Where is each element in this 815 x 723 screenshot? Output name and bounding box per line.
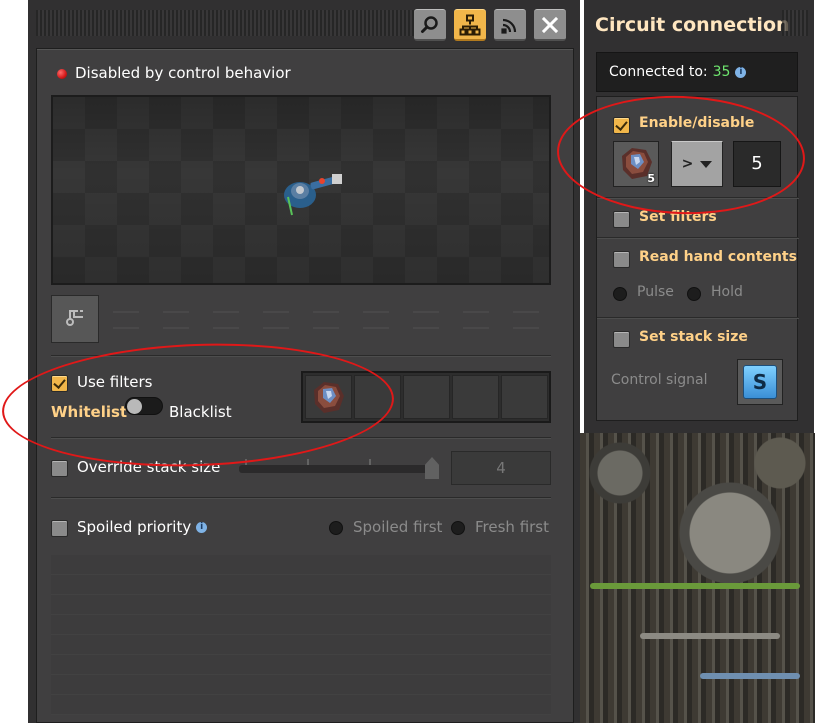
module-slot: [113, 311, 139, 329]
connected-box: Connected to: 35 i: [596, 52, 798, 92]
module-slots: [51, 295, 551, 343]
filter-slot[interactable]: [305, 375, 352, 419]
game-world-background: [580, 433, 815, 723]
enable-disable-label: Enable/disable: [639, 115, 755, 131]
status-indicator-icon: [57, 69, 67, 79]
ore-icon: [314, 382, 344, 413]
spoiled-first-label: Spoiled first: [353, 518, 443, 536]
divider: [51, 437, 551, 439]
status-text: Disabled by control behavior: [75, 64, 291, 82]
chevron-down-icon: [700, 160, 713, 168]
set-filters-checkbox[interactable]: [613, 211, 630, 228]
connected-label: Connected to:: [609, 64, 708, 80]
module-slot: [313, 311, 339, 329]
divider: [597, 317, 799, 319]
read-hand-label: Read hand contents: [639, 249, 797, 265]
fresh-first-label: Fresh first: [475, 518, 550, 536]
divider: [597, 237, 799, 239]
module-slot: [213, 311, 239, 329]
set-stack-size-label: Set stack size: [639, 329, 748, 345]
filter-slot[interactable]: [354, 375, 401, 419]
circuit-network-icon: [459, 14, 481, 36]
stack-size-slider[interactable]: [239, 457, 439, 479]
whitelist-label[interactable]: Whitelist: [51, 403, 127, 421]
close-icon: [541, 16, 559, 34]
pulse-label: Pulse: [637, 284, 674, 300]
module-slot: [263, 311, 289, 329]
empty-area: [51, 555, 551, 715]
info-icon[interactable]: i: [196, 522, 208, 533]
main-panel: Disabled by control behavior Use filters…: [36, 48, 574, 723]
hold-label: Hold: [711, 284, 743, 300]
circuit-connection-window: Circuit connection Connected to: 35 i Enab…: [584, 0, 814, 433]
control-signal-label: Control signal: [611, 372, 708, 388]
fresh-first-radio[interactable]: [451, 521, 465, 535]
override-stack-checkbox[interactable]: [51, 460, 68, 477]
module-slot: [163, 311, 189, 329]
filter-slot[interactable]: [501, 375, 548, 419]
circuit-network-button[interactable]: [454, 9, 486, 41]
set-stack-size-checkbox[interactable]: [613, 331, 630, 348]
control-signal-button[interactable]: S: [737, 359, 783, 405]
wireless-signal-icon: [500, 15, 520, 35]
comparator-dropdown[interactable]: >: [671, 141, 723, 187]
condition-signal-slot[interactable]: 5: [613, 141, 659, 187]
magnifier-icon: [420, 15, 440, 35]
signal-count: 5: [647, 172, 655, 185]
stack-size-input[interactable]: 4: [451, 451, 551, 485]
entity-preview: [51, 95, 551, 285]
connected-count: 35: [712, 64, 731, 80]
close-button[interactable]: [534, 9, 566, 41]
module-slot: [463, 311, 489, 329]
inserter-icon: [284, 174, 342, 216]
slider-handle[interactable]: [425, 457, 439, 479]
filter-slot[interactable]: [403, 375, 450, 419]
enable-disable-checkbox[interactable]: [613, 117, 630, 134]
filter-slots: [301, 371, 551, 423]
circuit-title: Circuit connection: [595, 14, 790, 36]
spoiled-first-radio[interactable]: [329, 521, 343, 535]
module-button[interactable]: [51, 295, 99, 343]
whitelist-blacklist-toggle[interactable]: [125, 397, 163, 415]
module-slot: [413, 311, 439, 329]
logistics-network-button[interactable]: [494, 9, 526, 41]
search-button[interactable]: [414, 9, 446, 41]
spoiled-priority-checkbox[interactable]: [51, 520, 68, 537]
divider: [597, 197, 799, 199]
blacklist-label[interactable]: Blacklist: [169, 403, 232, 421]
set-filters-label: Set filters: [639, 209, 717, 225]
pulse-radio[interactable]: [613, 287, 627, 301]
circuit-panel: Enable/disable 5 > 5 Set filters Read ha…: [596, 96, 799, 421]
override-stack-label: Override stack size: [77, 458, 221, 476]
filter-slot[interactable]: [452, 375, 499, 419]
module-slot: [513, 311, 539, 329]
signal-s-icon: S: [743, 365, 777, 399]
info-icon[interactable]: i: [735, 66, 747, 78]
hold-radio[interactable]: [687, 287, 701, 301]
module-icon: [64, 306, 86, 332]
inserter-window: Disabled by control behavior Use filters…: [28, 0, 580, 723]
divider: [51, 355, 551, 357]
drag-handle[interactable]: [36, 10, 436, 36]
use-filters-label: Use filters: [77, 373, 153, 391]
comparator-value: >: [681, 156, 694, 172]
divider: [51, 497, 551, 499]
read-hand-checkbox[interactable]: [613, 251, 630, 268]
drag-handle[interactable]: [782, 10, 808, 36]
window-titlebar[interactable]: [28, 0, 580, 48]
use-filters-checkbox[interactable]: [51, 375, 68, 392]
constant-input[interactable]: 5: [733, 141, 781, 187]
spoiled-priority-label: Spoiled priority i: [77, 518, 208, 536]
module-slot: [363, 311, 389, 329]
